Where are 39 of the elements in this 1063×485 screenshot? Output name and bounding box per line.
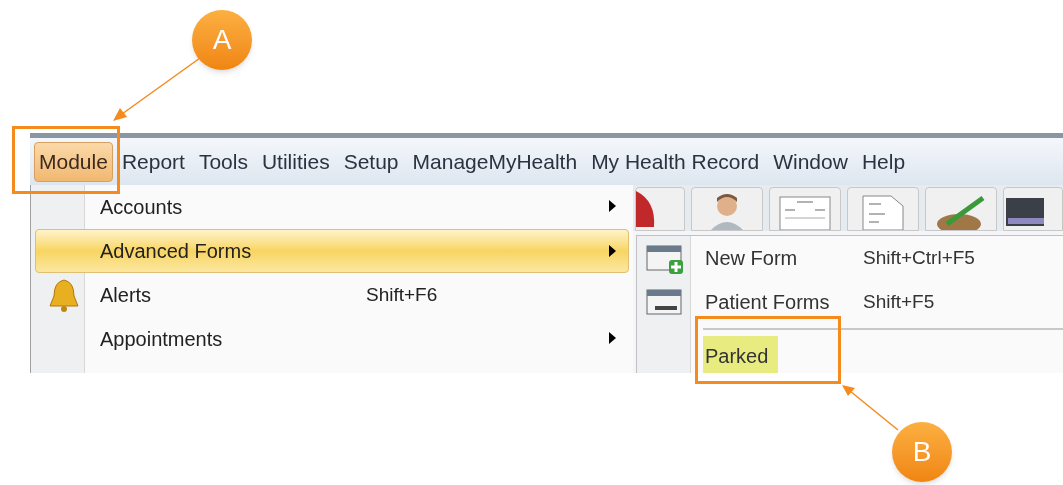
menu-item[interactable]: Utilities <box>256 141 335 182</box>
toolbar-button[interactable] <box>1003 187 1063 231</box>
menu-item-label[interactable]: Parked <box>703 336 779 373</box>
document-icon <box>861 194 905 230</box>
bell-icon <box>48 278 80 312</box>
menu-item[interactable]: My Health Record <box>586 141 765 182</box>
arrow <box>842 385 899 431</box>
menu-item[interactable]: Appointments <box>36 317 628 361</box>
menu-item[interactable]: Accounts <box>36 185 628 229</box>
shortcut-text: Shift+F5 <box>863 289 935 314</box>
menu-item-label[interactable]: New Form <box>703 238 863 278</box>
shortcut-text: Shift+F6 <box>366 282 438 307</box>
menu-item-label: Appointments <box>100 327 224 352</box>
menu-item-label: Accounts <box>100 195 184 220</box>
submenu-arrow-icon <box>609 200 616 212</box>
menu-item-label: Alerts <box>100 283 153 308</box>
menu-item[interactable]: Tools <box>193 141 253 182</box>
toolbar-button[interactable] <box>635 187 685 231</box>
form-icon <box>645 286 685 318</box>
menu-item[interactable]: Patient Forms Shift+F5 <box>637 280 1063 324</box>
callout-marker: B <box>892 422 952 482</box>
menu-item[interactable]: ManageMyHealth <box>407 141 583 182</box>
document-icon <box>779 196 831 230</box>
menu-item[interactable]: Advanced Forms <box>35 229 629 273</box>
submenu-arrow-icon <box>609 245 616 257</box>
menu-item[interactable]: Report <box>116 141 190 182</box>
menu-item[interactable]: Window <box>768 141 853 182</box>
form-add-icon <box>645 242 685 274</box>
callout-marker: A <box>192 10 252 70</box>
menu-item-label[interactable]: Patient Forms <box>703 282 863 322</box>
menu-item[interactable]: New Form Shift+Ctrl+F5 <box>637 236 1063 280</box>
shortcut-text: Shift+Ctrl+F5 <box>863 245 975 270</box>
menu-item[interactable]: Setup <box>338 141 404 182</box>
submenu-arrow-icon <box>609 332 616 344</box>
menu-item[interactable]: Alerts Shift+F6 <box>36 273 628 317</box>
menu-item[interactable]: Help <box>856 141 911 182</box>
menu-item[interactable]: Parked <box>637 334 1063 373</box>
menu-item[interactable]: Module <box>34 141 113 182</box>
menu-item-label: Advanced Forms <box>100 239 253 264</box>
